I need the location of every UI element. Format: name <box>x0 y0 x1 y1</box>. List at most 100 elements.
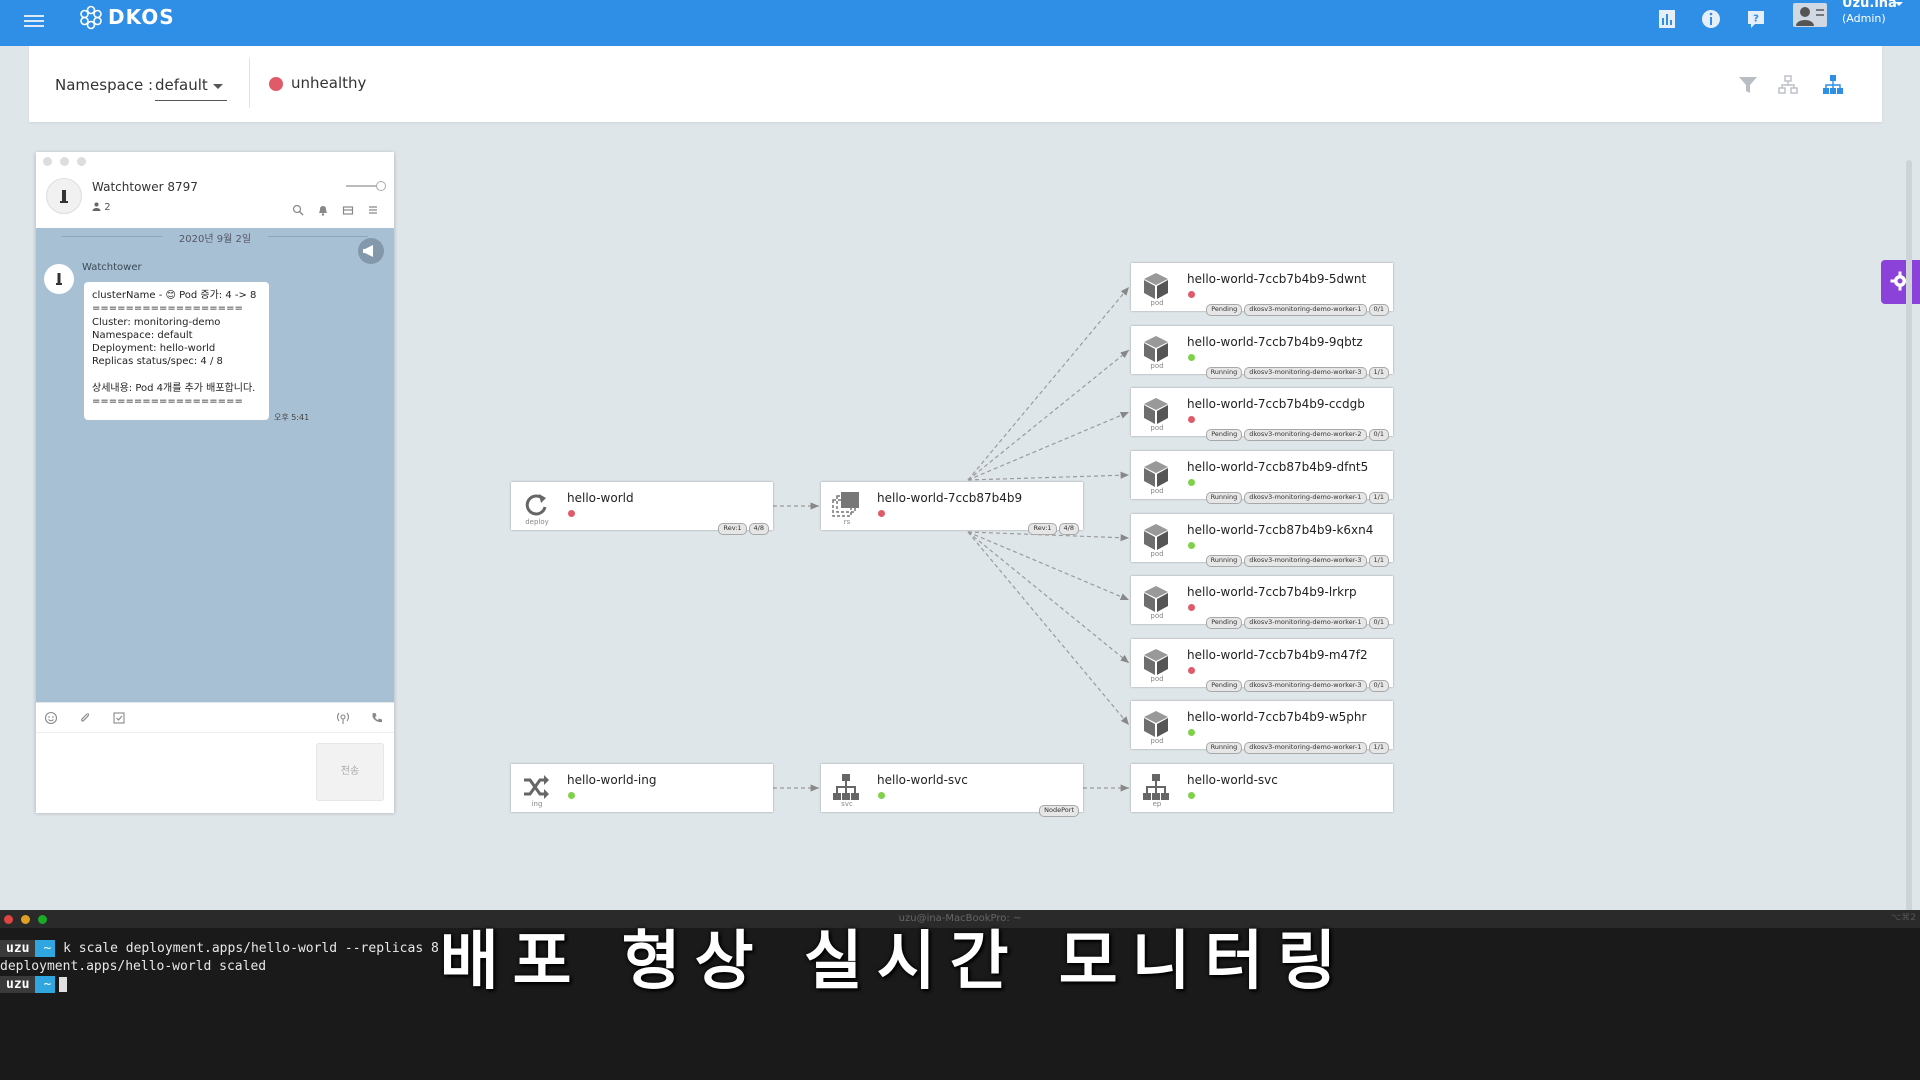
node-kind: pod <box>1150 487 1164 495</box>
node-name: hello-world <box>567 491 634 505</box>
status-dot <box>1188 604 1195 611</box>
pod-cube-icon <box>1144 398 1168 424</box>
revision-tag: Rev:1 <box>1028 523 1057 535</box>
node-name: hello-world-7ccb7b4b9-w5phr <box>1187 710 1367 724</box>
status-dot <box>568 510 575 517</box>
node-name: hello-world-7ccb87b4b9 <box>877 491 1023 505</box>
pod-node-tag: dkosv3-monitoring-demo-worker-1 <box>1244 617 1367 629</box>
status-dot <box>1188 542 1195 549</box>
node-tags: Pending dkosv3-monitoring-demo-worker-1 … <box>1206 304 1389 316</box>
node-name: hello-world-svc <box>1187 773 1278 787</box>
node-name: hello-world-ing <box>567 773 657 787</box>
pod-status-tag: Pending <box>1206 617 1243 629</box>
node-kind: ing <box>531 800 543 808</box>
pod-node-tag: dkosv3-monitoring-demo-worker-1 <box>1244 304 1367 316</box>
node-name: hello-world-svc <box>877 773 968 787</box>
replica-tag: 4/8 <box>1058 523 1079 535</box>
service-node[interactable]: svc hello-world-svc NodePort <box>821 764 1083 817</box>
pod-status-tag: Running <box>1205 555 1243 567</box>
pod-node[interactable]: pod hello-world-7ccb7b4b9-5dwnt Pending … <box>1131 263 1393 316</box>
pod-node[interactable]: pod hello-world-7ccb87b4b9-dfnt5 Running… <box>1131 451 1393 504</box>
pod-ready-tag: 0/1 <box>1368 617 1389 629</box>
node-kind: pod <box>1150 362 1164 370</box>
network-icon <box>833 774 859 800</box>
node-tags: Rev:1 4/8 <box>718 523 769 535</box>
node-kind: svc <box>841 800 853 808</box>
endpoint-node[interactable]: ep hello-world-svc <box>1131 764 1393 812</box>
node-tags: Pending dkosv3-monitoring-demo-worker-2 … <box>1206 429 1389 441</box>
pod-node-tag: dkosv3-monitoring-demo-worker-3 <box>1244 680 1367 692</box>
node-name: hello-world-7ccb87b4b9-k6xn4 <box>1187 523 1374 537</box>
pod-status-tag: Running <box>1205 367 1243 379</box>
node-name: hello-world-7ccb7b4b9-5dwnt <box>1187 272 1367 286</box>
pod-cube-icon <box>1144 649 1168 675</box>
status-dot <box>1188 291 1195 298</box>
node-kind: pod <box>1150 737 1164 745</box>
pod-node-tag: dkosv3-monitoring-demo-worker-2 <box>1244 429 1367 441</box>
shuffle-icon <box>524 775 549 799</box>
deployment-refresh-icon <box>525 494 547 516</box>
pod-node-tag: dkosv3-monitoring-demo-worker-3 <box>1244 555 1367 567</box>
pod-node[interactable]: pod hello-world-7ccb7b4b9-m47f2 Pending … <box>1131 639 1393 692</box>
pod-status-tag: Pending <box>1206 680 1243 692</box>
node-kind: pod <box>1150 299 1164 307</box>
pod-node[interactable]: pod hello-world-7ccb7b4b9-lrkrp Pending … <box>1131 576 1393 629</box>
node-tags: Running dkosv3-monitoring-demo-worker-1 … <box>1205 742 1389 754</box>
replica-tag: 4/8 <box>748 523 769 535</box>
status-dot <box>1188 667 1195 674</box>
network-icon <box>1143 774 1169 800</box>
pod-ready-tag: 1/1 <box>1368 555 1389 567</box>
ingress-node[interactable]: ing hello-world-ing <box>511 764 773 812</box>
status-dot <box>1188 792 1195 799</box>
video-caption: 배포 형상 실시간 모니터링 <box>439 925 1351 999</box>
node-kind: pod <box>1150 612 1164 620</box>
node-name: hello-world-7ccb7b4b9-lrkrp <box>1187 585 1357 599</box>
pod-ready-tag: 1/1 <box>1368 492 1389 504</box>
pod-status-tag: Running <box>1205 742 1243 754</box>
node-kind: ep <box>1152 800 1162 808</box>
pod-ready-tag: 1/1 <box>1368 742 1389 754</box>
node-name: hello-world-7ccb7b4b9-m47f2 <box>1187 648 1368 662</box>
status-dot <box>1188 729 1195 736</box>
pod-status-tag: Pending <box>1206 304 1243 316</box>
node-name: hello-world-7ccb7b4b9-9qbtz <box>1187 335 1363 349</box>
pod-node[interactable]: pod hello-world-7ccb7b4b9-w5phr Running … <box>1131 701 1393 754</box>
node-kind: pod <box>1150 550 1164 558</box>
pod-status-tag: Pending <box>1206 429 1243 441</box>
pod-node[interactable]: pod hello-world-7ccb87b4b9-k6xn4 Running… <box>1131 514 1393 567</box>
pod-ready-tag: 0/1 <box>1368 429 1389 441</box>
pod-cube-icon <box>1144 461 1168 487</box>
pod-cube-icon <box>1144 524 1168 550</box>
status-dot <box>1188 354 1195 361</box>
deployment-node[interactable]: deploy hello-world Rev:1 4/8 <box>511 482 773 535</box>
node-tags: NodePort <box>1039 805 1079 817</box>
status-dot <box>878 510 885 517</box>
pod-ready-tag: 0/1 <box>1368 304 1389 316</box>
status-dot <box>568 792 575 799</box>
node-tags: Running dkosv3-monitoring-demo-worker-3 … <box>1205 555 1389 567</box>
pod-cube-icon <box>1144 273 1168 299</box>
pod-node[interactable]: pod hello-world-7ccb7b4b9-ccdgb Pending … <box>1131 388 1393 441</box>
pod-ready-tag: 0/1 <box>1368 680 1389 692</box>
pod-node-tag: dkosv3-monitoring-demo-worker-1 <box>1244 492 1367 504</box>
node-kind: pod <box>1150 675 1164 683</box>
node-tags: Pending dkosv3-monitoring-demo-worker-3 … <box>1206 680 1389 692</box>
pod-cube-icon <box>1144 586 1168 612</box>
node-kind: pod <box>1150 424 1164 432</box>
node-tags: Running dkosv3-monitoring-demo-worker-1 … <box>1205 492 1389 504</box>
replicaset-node[interactable]: rs hello-world-7ccb87b4b9 Rev:1 4/8 <box>821 482 1083 535</box>
node-kind: deploy <box>525 518 549 526</box>
node-name: hello-world-7ccb87b4b9-dfnt5 <box>1187 460 1369 474</box>
node-tags: Running dkosv3-monitoring-demo-worker-3 … <box>1205 367 1389 379</box>
node-kind: rs <box>843 518 851 526</box>
service-type-tag: NodePort <box>1039 805 1079 817</box>
node-tags: Rev:1 4/8 <box>1028 523 1079 535</box>
pod-node[interactable]: pod hello-world-7ccb7b4b9-9qbtz Running … <box>1131 326 1393 379</box>
replicaset-icon <box>832 492 859 517</box>
status-dot <box>1188 479 1195 486</box>
node-tags: Pending dkosv3-monitoring-demo-worker-1 … <box>1206 617 1389 629</box>
terminal-shortcut: ⌥⌘2 <box>1890 913 1916 923</box>
pod-cube-icon <box>1144 711 1168 737</box>
pod-node-tag: dkosv3-monitoring-demo-worker-1 <box>1244 742 1367 754</box>
node-name: hello-world-7ccb7b4b9-ccdgb <box>1187 397 1365 411</box>
